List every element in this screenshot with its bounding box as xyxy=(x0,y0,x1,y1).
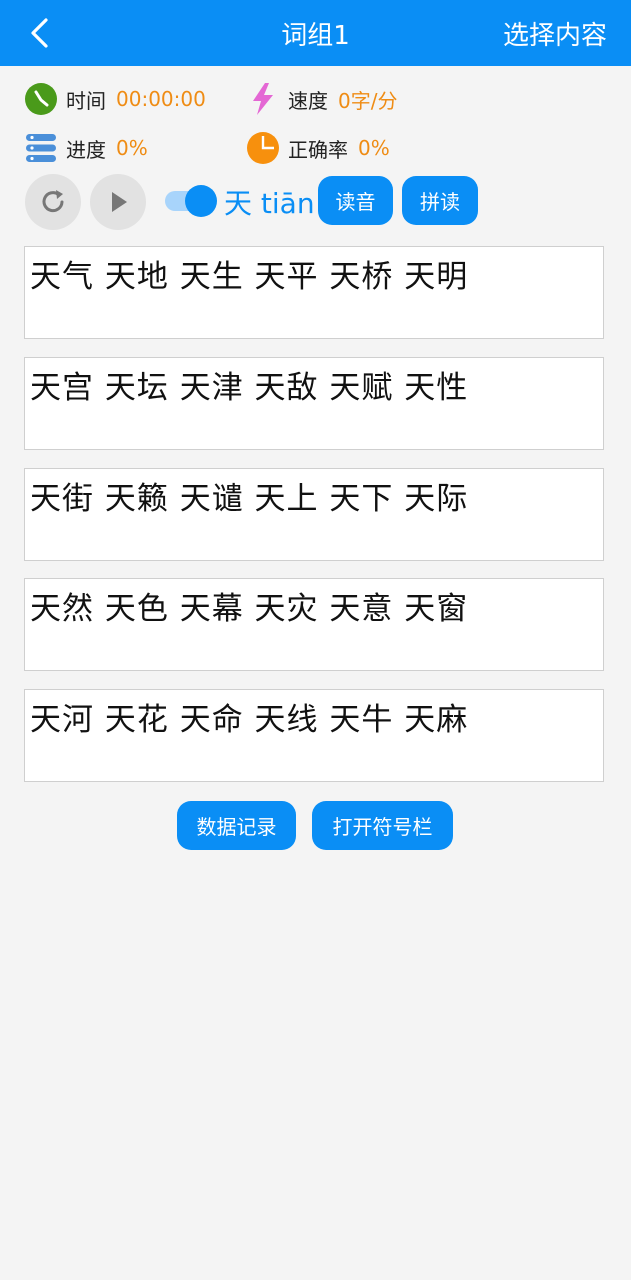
open-symbol-bar-button[interactable]: 打开符号栏 xyxy=(312,801,453,850)
spell-read-button[interactable]: 拼读 xyxy=(402,176,478,225)
pinyin-toggle[interactable] xyxy=(165,185,217,217)
clock-icon xyxy=(24,82,58,116)
toggle-knob xyxy=(185,185,217,217)
progress-stat: 进度 0% xyxy=(24,130,148,166)
word-group-box[interactable]: 天河 天花 天命 天线 天牛 天麻 xyxy=(24,689,604,782)
time-stat: 时间 00:00:00 xyxy=(24,81,206,117)
word-group-box[interactable]: 天然 天色 天幕 天灾 天意 天窗 xyxy=(24,578,604,671)
reset-button[interactable] xyxy=(25,174,81,230)
word-group-box[interactable]: 天街 天籁 天谴 天上 天下 天际 xyxy=(24,468,604,561)
data-record-button[interactable]: 数据记录 xyxy=(177,801,296,850)
word-group-box[interactable]: 天宫 天坛 天津 天敌 天赋 天性 xyxy=(24,357,604,450)
read-sound-button[interactable]: 读音 xyxy=(318,176,393,225)
time-label: 时间 xyxy=(66,88,106,113)
accuracy-label: 正确率 xyxy=(288,137,348,162)
progress-value: 0% xyxy=(116,136,148,160)
select-content-button[interactable]: 选择内容 xyxy=(503,15,607,52)
current-character: 天 tiān xyxy=(224,187,315,220)
speed-stat: 速度 0字/分 xyxy=(246,81,397,117)
accuracy-stat: 正确率 0% xyxy=(246,130,390,166)
refresh-icon xyxy=(42,190,64,213)
lightning-icon xyxy=(246,82,280,116)
layers-icon xyxy=(24,131,58,165)
play-button[interactable] xyxy=(90,174,146,230)
top-app-bar: 词组1 选择内容 xyxy=(0,0,631,66)
time-value: 00:00:00 xyxy=(116,87,206,111)
pie-chart-icon xyxy=(246,131,280,165)
accuracy-value: 0% xyxy=(358,136,390,160)
progress-label: 进度 xyxy=(66,137,106,162)
speed-label: 速度 xyxy=(288,88,328,113)
word-group-box[interactable]: 天气 天地 天生 天平 天桥 天明 xyxy=(24,246,604,339)
speed-value: 0字/分 xyxy=(338,88,398,113)
play-icon xyxy=(112,192,127,212)
